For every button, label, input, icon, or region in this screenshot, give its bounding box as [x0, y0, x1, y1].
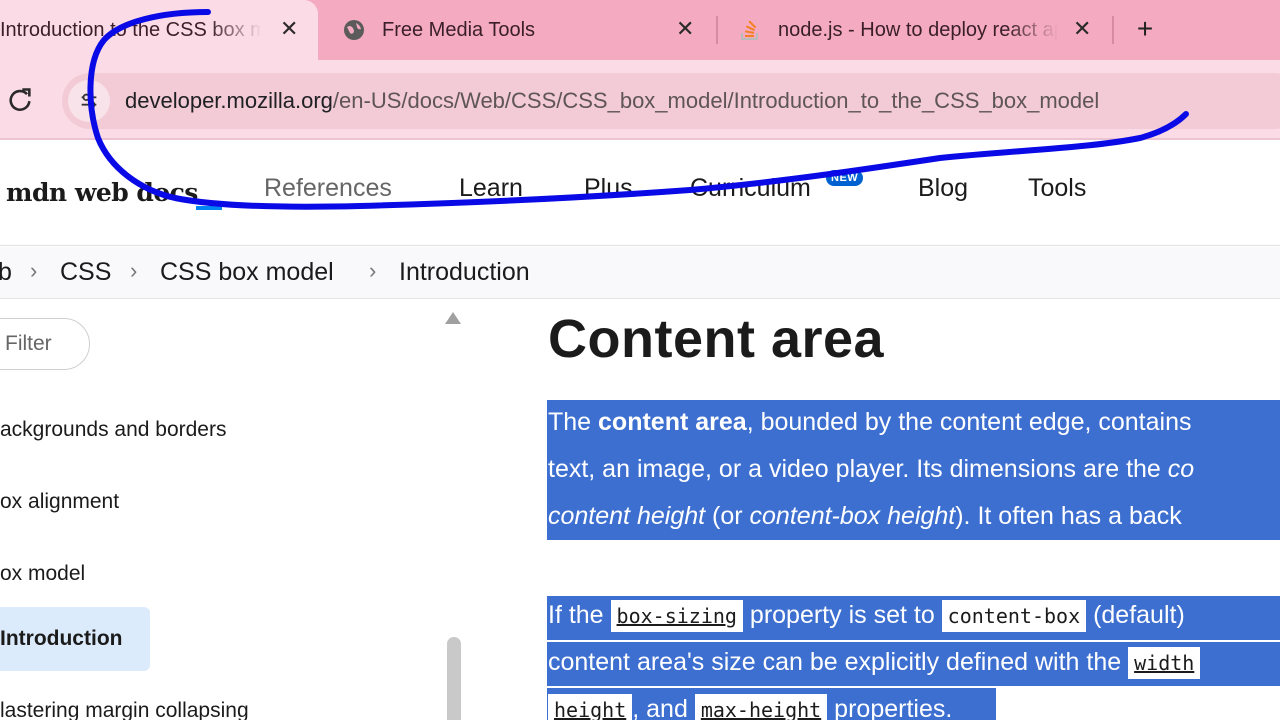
text: (default)	[1086, 601, 1185, 629]
text: content area's size can be explicitly de…	[548, 648, 1129, 676]
code-link-box-sizing[interactable]: box-sizing	[610, 600, 743, 632]
breadcrumb-introduction[interactable]: Introduction	[399, 258, 530, 287]
breadcrumb-separator: ›	[130, 258, 138, 283]
paragraph-line: content height (or content-box height). …	[548, 493, 1182, 540]
browser-window: Introduction to the CSS box model ✕ Free…	[0, 0, 1280, 720]
filter-placeholder: Filter	[5, 332, 52, 355]
code-content-box: content-box	[941, 600, 1087, 632]
section-heading: Content area	[548, 309, 885, 369]
url-host: developer.mozilla.org	[125, 88, 333, 113]
sidebar-filter-input[interactable]: Filter	[0, 318, 90, 370]
text: properties.	[827, 695, 953, 720]
paragraph-line: The content area, bounded by the content…	[548, 399, 1192, 446]
globe-icon	[340, 16, 368, 44]
text: property is set to	[742, 601, 942, 629]
tab-title: Introduction to the CSS box model	[0, 18, 262, 41]
breadcrumb-separator: ›	[30, 258, 38, 283]
close-tab-icon[interactable]: ✕	[280, 18, 298, 40]
sidebar-scrollbar-thumb[interactable]	[447, 637, 461, 720]
code-link-height[interactable]: height	[548, 694, 633, 720]
paragraph-line: text, an image, or a video player. Its d…	[548, 446, 1194, 493]
code-link-max-height[interactable]: max-height	[694, 694, 828, 720]
nav-tools[interactable]: Tools	[1028, 174, 1086, 203]
reload-icon[interactable]	[6, 86, 34, 114]
mdn-logo[interactable]: mdn web docs	[6, 178, 198, 207]
url-path: /en-US/docs/Web/CSS/CSS_box_model/Introd…	[332, 88, 1100, 113]
sidebar-item-box-model[interactable]: ox model	[0, 562, 85, 586]
breadcrumb-web[interactable]: b	[0, 258, 12, 287]
paragraph-line: height, and max-height properties.	[548, 686, 952, 720]
paragraph-line: content area's size can be explicitly de…	[548, 639, 1201, 687]
breadcrumb-css[interactable]: CSS	[60, 258, 111, 287]
nav-curriculum[interactable]: Curriculum	[690, 174, 811, 203]
text: The	[548, 408, 599, 436]
close-tab-icon[interactable]: ✕	[1073, 18, 1091, 40]
sidebar-item-label: Introduction	[0, 627, 123, 650]
tab-free-media-tools[interactable]: Free Media Tools	[330, 0, 716, 60]
tab-introduction-css-box-model[interactable]: Introduction to the CSS box model	[0, 0, 318, 60]
new-tab-button[interactable]: +	[1130, 14, 1160, 44]
tab-title: Free Media Tools	[382, 18, 536, 41]
site-info-icon[interactable]	[68, 80, 110, 122]
stackoverflow-icon	[736, 16, 764, 44]
text: ). It often has a back	[955, 502, 1182, 530]
logo-underline	[196, 206, 222, 210]
paragraph-line: If the box-sizing property is set to con…	[548, 592, 1185, 640]
text: text, an image, or a video player. Its d…	[548, 455, 1168, 483]
italic-term: co	[1167, 455, 1195, 483]
tab-node-js-deploy[interactable]: node.js - How to deploy react app	[726, 0, 1106, 60]
italic-term: content height	[548, 502, 706, 530]
italic-term: content-box height	[749, 502, 956, 530]
text: (or	[705, 502, 750, 530]
nav-blog[interactable]: Blog	[918, 174, 968, 203]
text: If the	[548, 601, 611, 629]
breadcrumb-css-box-model[interactable]: CSS box model	[160, 258, 334, 287]
text: , bounded by the content edge, contains	[746, 408, 1192, 436]
scroll-up-arrow-icon[interactable]	[445, 312, 461, 324]
nav-references[interactable]: References	[264, 174, 392, 203]
code-link-width[interactable]: width	[1128, 647, 1201, 679]
nav-learn[interactable]: Learn	[459, 174, 523, 203]
new-badge: NEW	[826, 170, 864, 186]
tab-separator	[1112, 16, 1114, 44]
sidebar-item-margin-collapsing[interactable]: lastering margin collapsing	[0, 699, 249, 720]
sidebar-item-backgrounds-borders[interactable]: ackgrounds and borders	[0, 418, 226, 442]
bold-term: content area	[598, 408, 747, 436]
sidebar-item-box-alignment[interactable]: ox alignment	[0, 490, 119, 514]
text: , and	[632, 695, 695, 720]
url-text[interactable]: developer.mozilla.org/en-US/docs/Web/CSS…	[125, 88, 1099, 114]
tab-title: node.js - How to deploy react app	[778, 18, 1058, 41]
breadcrumb-separator: ›	[369, 258, 377, 283]
tab-separator	[716, 16, 718, 44]
nav-plus[interactable]: Plus	[584, 174, 633, 203]
close-tab-icon[interactable]: ✕	[676, 18, 694, 40]
